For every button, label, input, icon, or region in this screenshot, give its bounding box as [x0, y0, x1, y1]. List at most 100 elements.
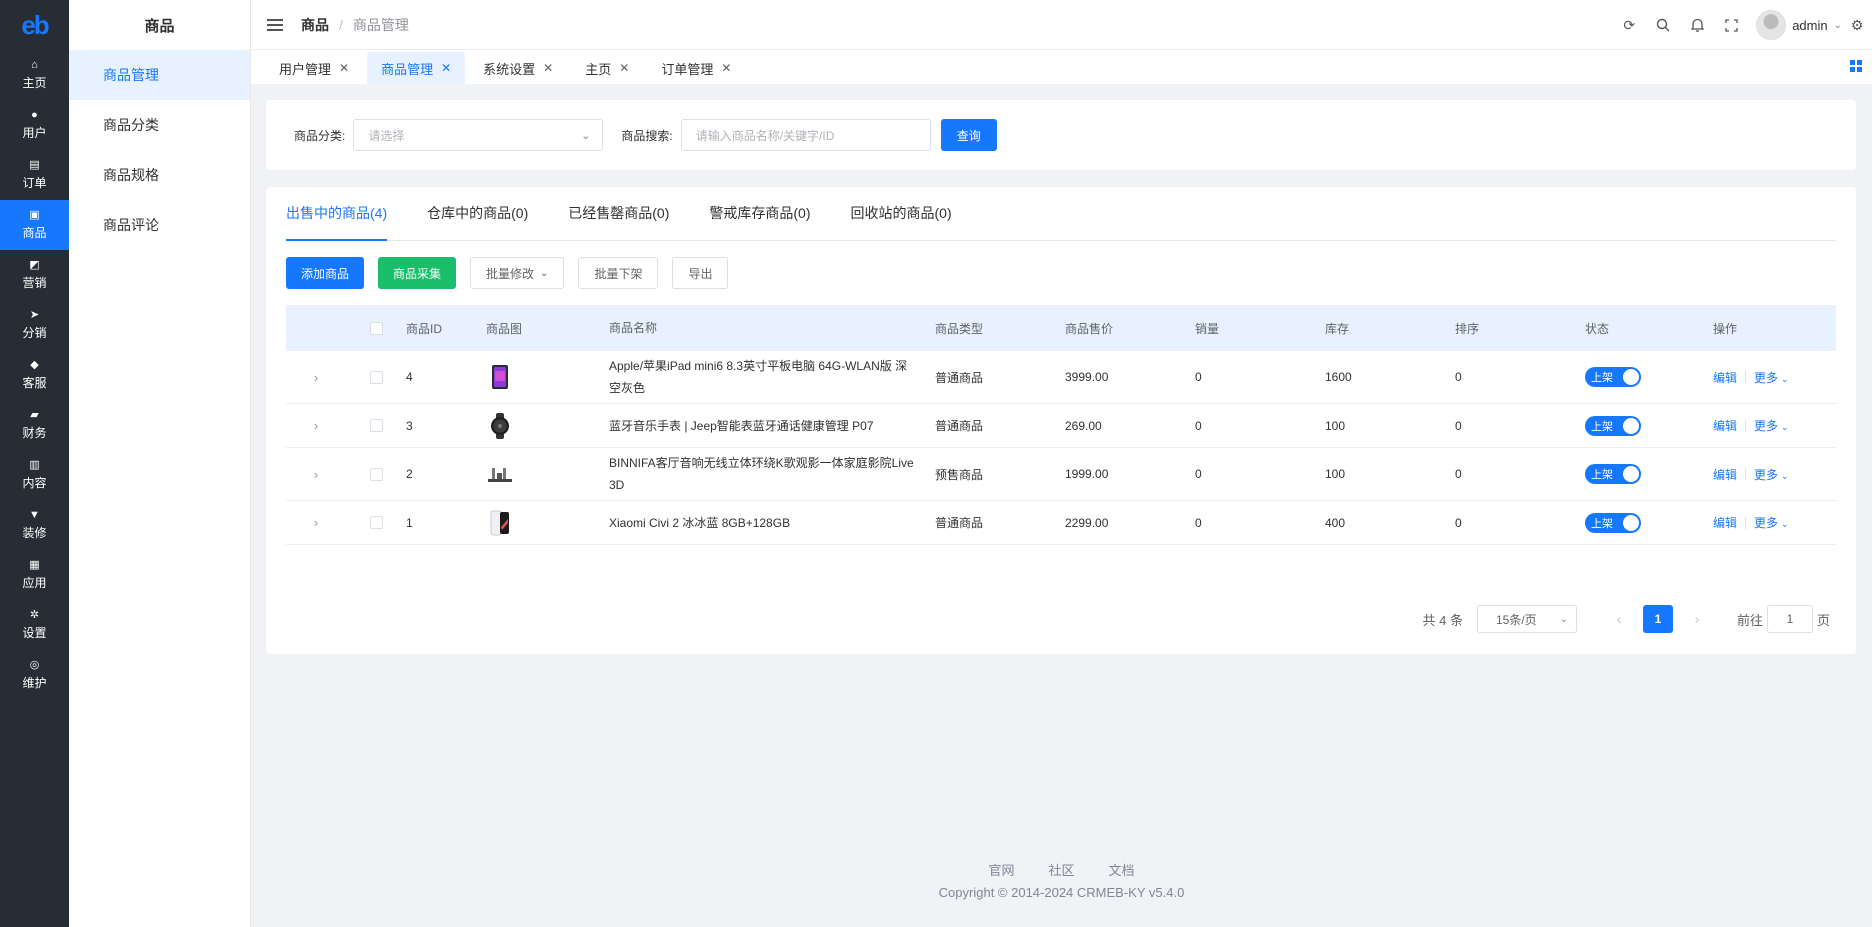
rail-item[interactable]: ◎ 维护 [0, 650, 69, 700]
product-thumbnail[interactable] [486, 363, 609, 391]
product-tab[interactable]: 警戒库存商品(0) [709, 186, 810, 240]
rail-item[interactable]: ⌂ 主页 [0, 50, 69, 100]
rail-item[interactable]: ➤ 分销 [0, 300, 69, 350]
column-header: 操作 [1713, 321, 1738, 336]
close-icon[interactable]: ✕ [619, 61, 629, 75]
submenu-item[interactable]: 商品规格 [69, 150, 250, 200]
tab[interactable]: 系统设置 ✕ [469, 52, 567, 84]
page-number-current[interactable]: 1 [1642, 605, 1673, 633]
expand-row-icon[interactable]: › [286, 467, 346, 482]
more-dropdown[interactable]: 更多 ⌄ [1754, 417, 1789, 434]
status-toggle[interactable]: 上架 [1585, 415, 1641, 436]
row-checkbox[interactable] [369, 419, 383, 432]
cell-type: 普通商品 [935, 516, 984, 530]
product-tab[interactable]: 回收站的商品(0) [851, 186, 952, 240]
submenu-item[interactable]: 商品管理 [69, 50, 250, 100]
more-dropdown[interactable]: 更多 ⌄ [1754, 514, 1789, 531]
product-thumbnail[interactable] [486, 412, 609, 440]
avatar[interactable] [1756, 10, 1787, 40]
rail-item-label: 应用 [22, 576, 47, 590]
bell-icon[interactable] [1680, 0, 1714, 50]
batch-offshelf-button[interactable]: 批量下架 [578, 257, 659, 289]
status-toggle[interactable]: 上架 [1585, 512, 1641, 533]
edit-link[interactable]: 编辑 [1713, 514, 1737, 531]
search-icon[interactable] [1646, 0, 1680, 50]
tab[interactable]: 订单管理 ✕ [647, 52, 745, 84]
category-select[interactable]: 请选择 ⌄ [353, 119, 604, 151]
tab[interactable]: 商品管理 ✕ [367, 52, 466, 84]
rail-item[interactable]: ◆ 客服 [0, 350, 69, 400]
rail-item[interactable]: ▦ 应用 [0, 550, 69, 600]
edit-link[interactable]: 编辑 [1713, 369, 1737, 386]
edit-link[interactable]: 编辑 [1713, 466, 1737, 483]
rail-item[interactable]: ● 用户 [0, 100, 69, 150]
page-size-select[interactable]: 15条/页 ⌄ [1476, 605, 1577, 633]
cell-name: 蓝牙音乐手表 | Jeep智能表蓝牙通话健康管理 P07 [609, 418, 874, 433]
cell-ops: 编辑 更多 ⌄ [1713, 466, 1836, 483]
close-icon[interactable]: ✕ [721, 61, 731, 75]
app-logo[interactable]: eb [0, 0, 69, 50]
close-icon[interactable]: ✕ [543, 61, 553, 75]
expand-row-icon[interactable]: › [286, 370, 346, 385]
tab[interactable]: 用户管理 ✕ [265, 52, 363, 84]
footer-link-community[interactable]: 社区 [1048, 860, 1074, 879]
footer-link-website[interactable]: 官网 [988, 860, 1014, 879]
submenu-item[interactable]: 商品分类 [69, 100, 250, 150]
cell-sort: 0 [1455, 370, 1462, 384]
search-input[interactable]: 请输入商品名称/关键字/ID [680, 119, 931, 151]
product-thumbnail[interactable] [486, 460, 609, 488]
expand-row-icon[interactable]: › [286, 515, 346, 530]
batch-edit-button[interactable]: 批量修改 ⌄ [470, 257, 565, 289]
fullscreen-icon[interactable] [1714, 0, 1748, 50]
rail-item-label: 主页 [22, 76, 47, 90]
grid-icon[interactable] [1850, 60, 1862, 72]
row-checkbox[interactable] [369, 467, 383, 481]
rail-item[interactable]: ✲ 设置 [0, 600, 69, 650]
rail-item[interactable]: ▼ 装修 [0, 500, 69, 550]
gear-icon[interactable]: ⚙ [1842, 0, 1872, 50]
product-tab[interactable]: 已经售罄商品(0) [568, 186, 669, 240]
cell-name: BINNIFA客厅音响无线立体环绕K歌观影一体家庭影院Live 3D [609, 456, 914, 492]
tab[interactable]: 主页 ✕ [571, 52, 643, 84]
rail-item[interactable]: ▤ 订单 [0, 150, 69, 200]
row-checkbox[interactable] [369, 516, 383, 529]
collect-product-button[interactable]: 商品采集 [378, 257, 457, 289]
edit-link[interactable]: 编辑 [1713, 417, 1737, 434]
column-header: 商品ID [406, 321, 443, 336]
rail-item[interactable]: ◩ 营销 [0, 250, 69, 300]
close-icon[interactable]: ✕ [441, 61, 451, 75]
product-thumbnail[interactable] [486, 509, 609, 537]
status-toggle[interactable]: 上架 [1585, 367, 1641, 387]
query-button[interactable]: 查询 [940, 119, 997, 151]
breadcrumb-item[interactable]: 商品 [301, 15, 329, 35]
row-checkbox[interactable] [369, 370, 383, 384]
goto-page-input[interactable]: 1 [1766, 605, 1813, 633]
prev-page-icon[interactable]: ‹ [1605, 605, 1633, 633]
status-toggle[interactable]: 上架 [1585, 464, 1641, 484]
product-tab[interactable]: 出售中的商品(4) [286, 186, 388, 241]
rail-item[interactable]: ▣ 商品 [0, 200, 69, 250]
next-page-icon[interactable]: › [1683, 605, 1711, 633]
cell-id: 2 [406, 467, 413, 481]
more-dropdown[interactable]: 更多 ⌄ [1754, 369, 1789, 386]
tab-label: 商品管理 [381, 61, 434, 77]
product-tab[interactable]: 仓库中的商品(0) [427, 186, 528, 240]
more-dropdown[interactable]: 更多 ⌄ [1754, 466, 1789, 483]
footer-link-docs[interactable]: 文档 [1109, 860, 1135, 879]
chevron-down-icon: ⌄ [1781, 422, 1789, 432]
submenu-item[interactable]: 商品评论 [69, 200, 250, 250]
rail-item[interactable]: ▥ 内容 [0, 450, 69, 500]
chevron-down-icon[interactable]: ⌄ [1834, 20, 1842, 31]
close-icon[interactable]: ✕ [339, 61, 349, 75]
service-icon: ◆ [30, 358, 39, 371]
product-list-card: 出售中的商品(4) 仓库中的商品(0) 已经售罄商品(0) 警戒库存商品(0) 回收站的… [266, 187, 1856, 654]
expand-row-icon[interactable]: › [286, 418, 346, 433]
add-product-button[interactable]: 添加商品 [286, 257, 365, 289]
select-all-checkbox[interactable] [369, 321, 383, 335]
menu-toggle-icon[interactable] [267, 18, 283, 31]
rail-item[interactable]: ▰ 财务 [0, 400, 69, 450]
refresh-icon[interactable]: ⟳ [1612, 0, 1646, 50]
export-button[interactable]: 导出 [672, 257, 729, 289]
user-name[interactable]: admin [1792, 18, 1827, 33]
tab-label: 用户管理 [279, 61, 332, 77]
